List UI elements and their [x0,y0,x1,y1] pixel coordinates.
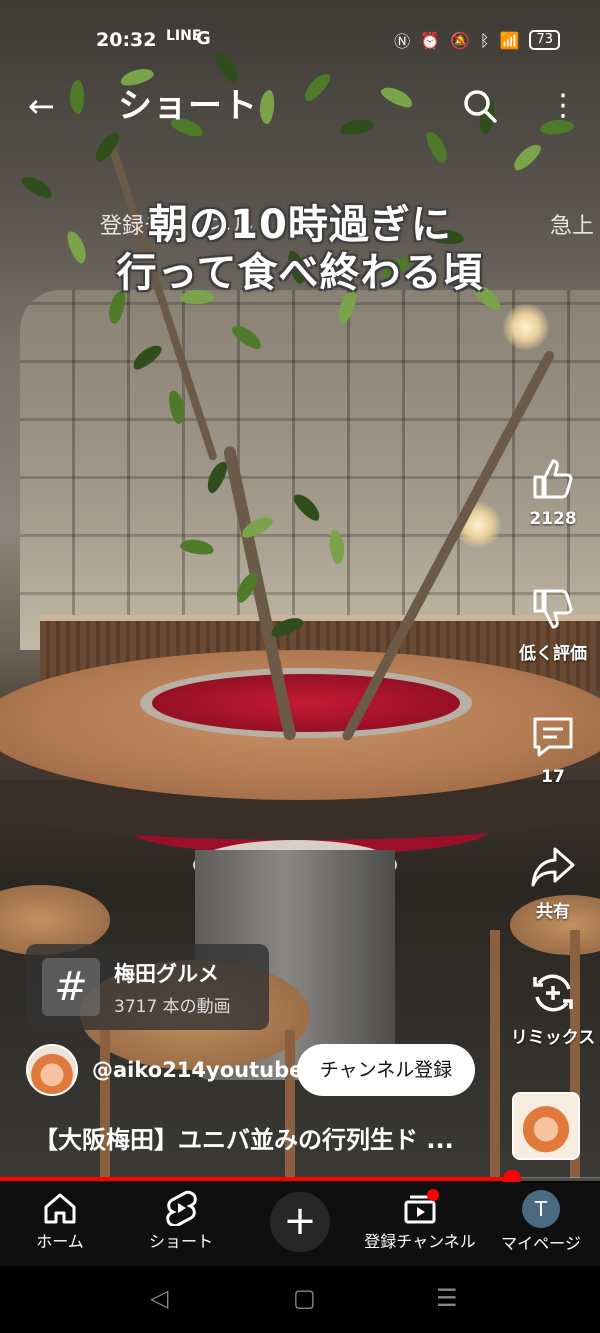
table-hole-red [152,674,460,732]
nav-subscriptions-label: 登録チャンネル [364,1232,476,1251]
system-home-icon[interactable]: ▢ [293,1284,316,1312]
nav-shorts-label: ショート [148,1232,213,1251]
comment-count: 17 [541,767,565,787]
create-button[interactable]: + [270,1192,330,1252]
share-label: 共有 [536,902,570,922]
video-caption-line2: 行って食べ終わる頃 [116,250,484,296]
status-icons: Ⓝ ⏰ 🔕 ᛒ 📶 73 [394,28,560,52]
nav-home-label: ホーム [36,1232,84,1251]
wall-lamp [503,304,549,350]
channel-avatar[interactable] [26,1044,78,1096]
system-back-icon[interactable]: ◁ [150,1284,168,1312]
new-content-dot [427,1189,439,1201]
shorts-icon [166,1190,197,1226]
bottom-nav: ホーム ショート + 登録チャンネル T マイページ [0,1182,600,1266]
back-arrow-icon[interactable]: ← [28,86,55,126]
nfc-icon: Ⓝ [394,32,411,51]
like-count: 2128 [529,509,577,529]
alarm-icon: ⏰ [420,30,440,50]
status-time: 20:32 [96,29,157,51]
thumbs-up-icon [533,459,573,499]
hashtag-card[interactable]: # 梅田グルメ 3717 本の動画 [26,944,269,1030]
more-options-icon[interactable]: ⋮ [548,86,578,126]
remix-button[interactable]: リミックス [506,969,600,1048]
mute-icon: 🔕 [450,30,470,50]
hashtag-icon: # [42,958,100,1016]
share-button[interactable]: 共有 [506,843,600,922]
dislike-button[interactable]: 低く評価 [506,585,600,664]
comment-icon [533,717,573,757]
battery-icon: 73 [529,30,560,50]
page-title: ショート [118,86,258,126]
sound-thumbnail[interactable] [512,1092,580,1160]
search-icon[interactable] [462,88,498,124]
comments-button[interactable]: 17 [506,713,600,787]
remix-icon [533,974,573,1012]
google-app-icon: G [196,28,211,49]
channel-handle[interactable]: @aiko214youtube [92,1058,303,1082]
bluetooth-icon: ᛒ [479,30,490,50]
channel-row: @aiko214youtube チャンネル登録 [26,1044,586,1098]
home-icon [44,1193,76,1224]
avatar-icon: T [522,1190,560,1228]
plus-icon: + [283,1198,317,1244]
system-nav-bar: ◁ ▢ ☰ [0,1266,600,1333]
nav-home[interactable]: ホーム [20,1182,100,1266]
nav-mypage-label: マイページ [501,1234,581,1253]
nav-mypage[interactable]: T マイページ [494,1182,588,1266]
thumbs-down-icon [533,589,573,629]
status-bar: 20:32 LINE G Ⓝ ⏰ 🔕 ᛒ 📶 73 [0,20,600,60]
like-button[interactable]: 2128 [506,455,600,529]
leaf [509,140,545,174]
subscribe-button[interactable]: チャンネル登録 [297,1044,475,1096]
nav-subscriptions[interactable]: 登録チャンネル [358,1182,482,1266]
share-icon [531,847,575,887]
system-recents-icon[interactable]: ☰ [436,1284,458,1312]
dislike-label: 低く評価 [519,644,587,664]
video-title[interactable]: 【大阪梅田】ユニバ並みの行列生ド ... [34,1120,454,1155]
hashtag-video-count: 3717 本の動画 [114,997,231,1017]
nav-shorts[interactable]: ショート [136,1182,226,1266]
wifi-icon: 📶 [499,30,520,50]
hashtag-title: 梅田グルメ [114,962,219,986]
progress-fill [0,1177,512,1181]
top-bar: ← ショート ⋮ [0,80,600,136]
